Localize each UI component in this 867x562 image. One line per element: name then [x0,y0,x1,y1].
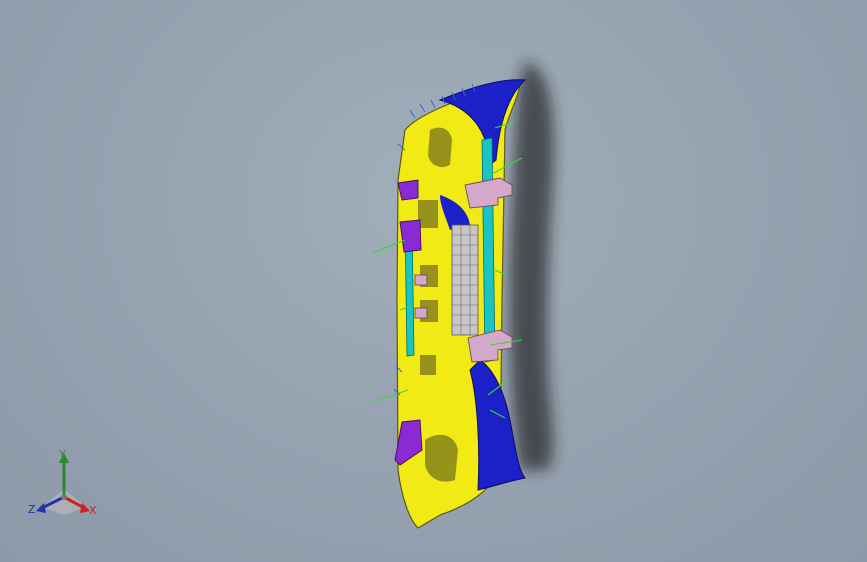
center-grille [451,224,479,336]
bumper-model[interactable] [0,0,867,562]
model-shadow [509,62,555,470]
graphics-viewport[interactable]: Y X Z [0,0,867,562]
z-axis-label: Z [28,503,36,516]
x-axis-label: X [89,504,97,517]
y-axis-label: Y [59,448,66,461]
coordinate-triad: Y X Z [22,445,108,525]
